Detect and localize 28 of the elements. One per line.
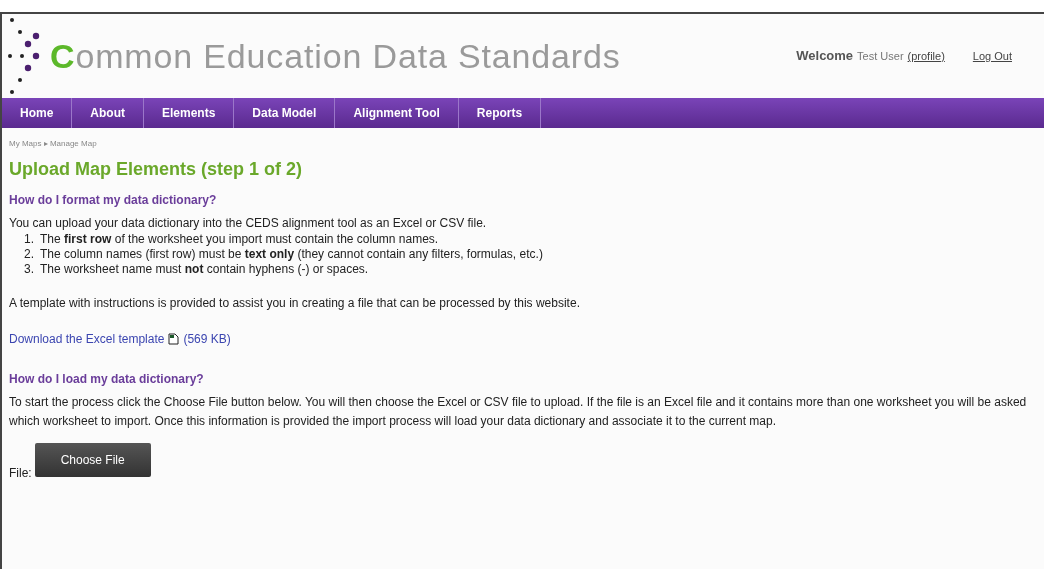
nav-tab[interactable]: Home bbox=[2, 98, 73, 128]
spreadsheet-file-icon bbox=[168, 333, 180, 345]
instructions-text: To start the process click the Choose File button below. You will then choose the Excel or CSV file to upload. If the file is an Excel file and it contains more than one worksheet you will be asked which worksheet to import. Once this information is provided the import process will load your data dictionary and associate it to the current map. bbox=[9, 394, 1028, 430]
nav-tab[interactable]: Elements bbox=[144, 98, 235, 128]
nav-tab[interactable]: Alignment Tool bbox=[335, 98, 459, 128]
step-text: The column names (first row) must be text only (they cannot contain any filters, formulas, etc.) bbox=[40, 247, 543, 262]
file-label: File: bbox=[9, 465, 32, 482]
file-size: (569 KB) bbox=[183, 331, 231, 348]
logout-link[interactable]: Log Out bbox=[972, 48, 1012, 65]
step-text: The first row of the worksheet you import must contain the column names. bbox=[40, 232, 439, 247]
nav-tab[interactable]: Data Model bbox=[234, 98, 336, 128]
nav-tab[interactable]: Reports bbox=[458, 98, 542, 128]
download-link[interactable]: Download the Excel template bbox=[9, 330, 165, 348]
profile-link[interactable]: (profile) bbox=[907, 48, 945, 65]
nav-tab[interactable]: About bbox=[72, 98, 144, 128]
breadcrumb: My Maps ▸ Manage Map bbox=[9, 138, 98, 150]
section-heading: How do I format my data dictionary? bbox=[9, 192, 218, 209]
page-title: Upload Map Elements (step 1 of 2) bbox=[9, 158, 304, 181]
choose-file-button[interactable]: Choose File bbox=[34, 443, 151, 477]
section-heading: How do I load my data dictionary? bbox=[9, 371, 205, 388]
welcome-label: Welcome bbox=[796, 47, 854, 66]
user-name: Test User bbox=[857, 49, 904, 65]
intro-text: You can upload your data dictionary into the CEDS alignment tool as an Excel or CSV file. bbox=[9, 215, 488, 232]
step-number: 2. bbox=[24, 247, 34, 262]
template-note: A template with instructions is provided to assist you in creating a file that can be processed by this website. bbox=[9, 295, 581, 312]
step-text: The worksheet name must not contain hyphens (-) or spaces. bbox=[40, 262, 369, 277]
step-number: 1. bbox=[24, 232, 34, 247]
step-number: 3. bbox=[24, 262, 34, 277]
